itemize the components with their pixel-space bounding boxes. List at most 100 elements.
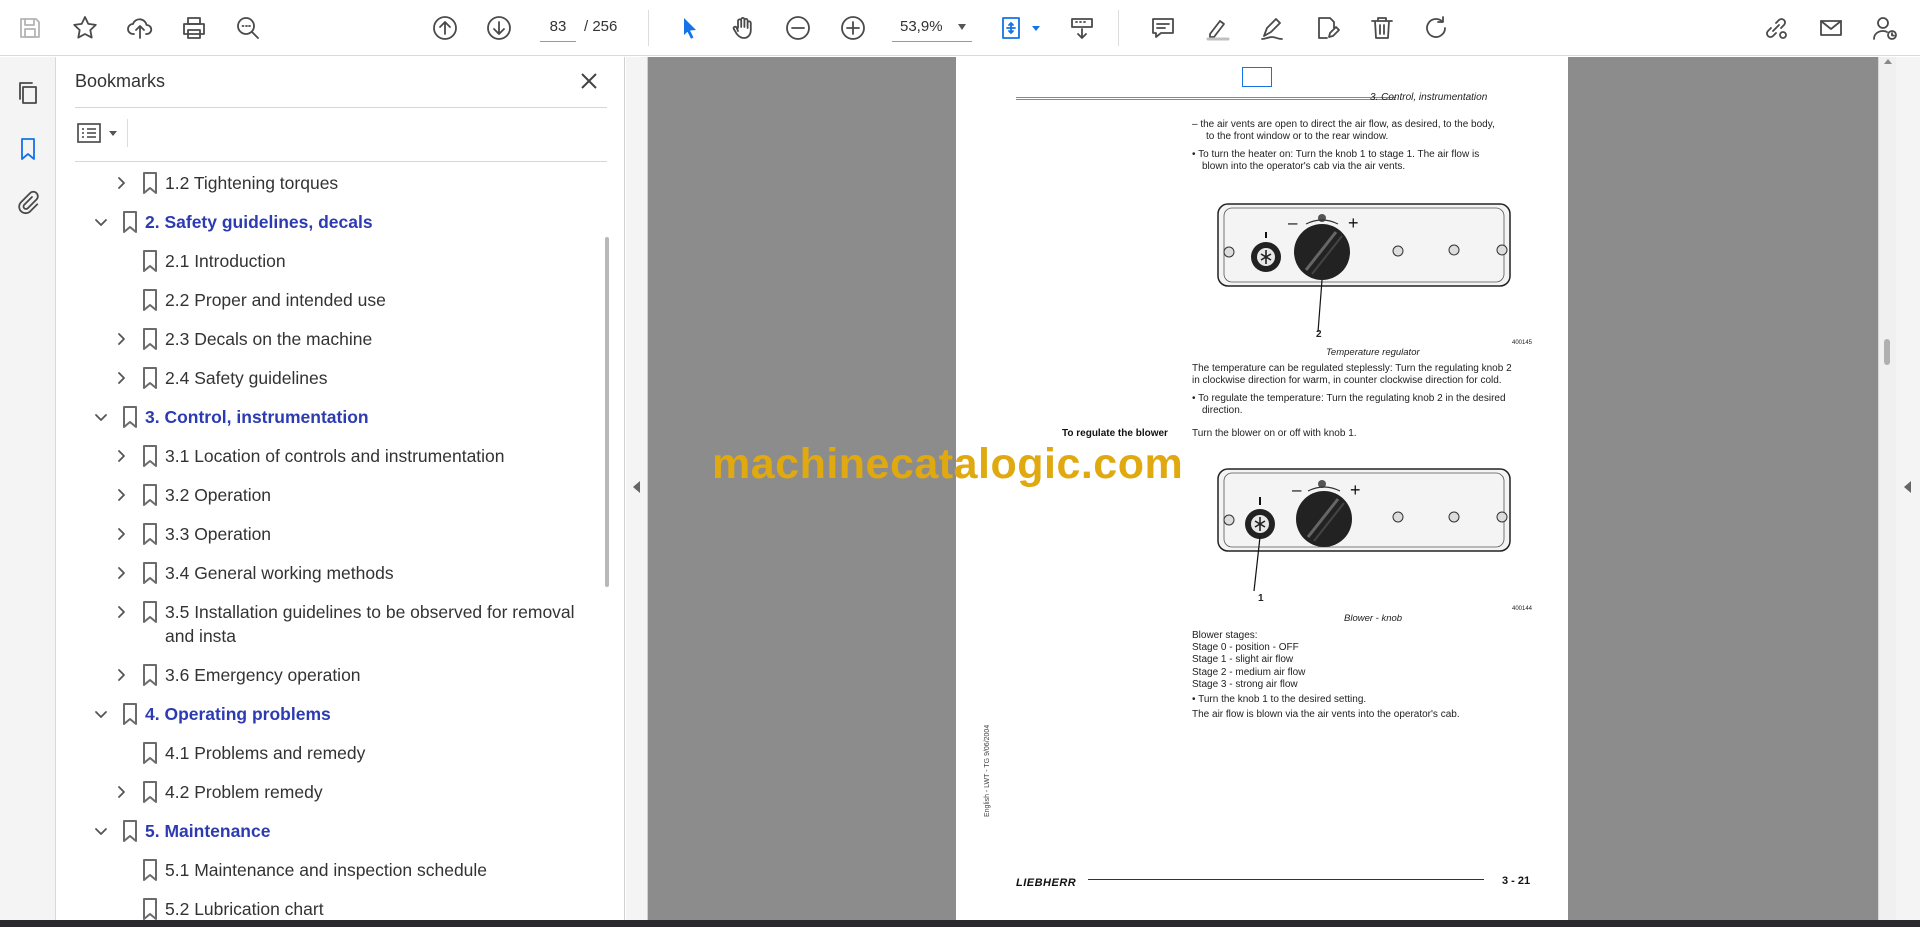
account-icon[interactable] [1867, 10, 1903, 46]
collapse-left-icon [633, 481, 640, 493]
delete-icon[interactable] [1364, 10, 1400, 46]
fig1-code: 400145 [1512, 340, 1533, 346]
bookmark-icon [142, 484, 158, 506]
zoom-out-icon[interactable] [780, 10, 816, 46]
bookmark-label: 4.2 Problem remedy [165, 782, 323, 802]
cloud-upload-icon[interactable] [122, 10, 158, 46]
bookmark-icon [142, 859, 158, 881]
bookmark-item[interactable]: 5. Maintenance [57, 811, 597, 850]
chevron-right-icon[interactable] [113, 331, 129, 347]
rotate-icon[interactable] [1418, 10, 1454, 46]
bookmark-item[interactable]: 3.4 General working methods [57, 553, 597, 592]
bookmark-item[interactable]: 3. Control, instrumentation [57, 397, 597, 436]
bookmark-item[interactable]: 4.1 Problems and remedy [57, 733, 597, 772]
bookmark-icon [142, 250, 158, 272]
bookmark-label: 2.2 Proper and intended use [165, 290, 386, 310]
select-cursor-icon[interactable] [671, 10, 707, 46]
bookmark-icon [122, 820, 138, 842]
share-link-icon[interactable] [1758, 10, 1794, 46]
bookmark-item[interactable]: 3.1 Location of controls and instrumenta… [57, 436, 597, 475]
chevron-right-icon[interactable] [113, 667, 129, 683]
para-temp-1: The temperature can be regulated steples… [1192, 363, 1512, 374]
bookmark-item[interactable]: 2.4 Safety guidelines [57, 358, 597, 397]
chevron-down-icon[interactable] [93, 823, 109, 839]
chevron-down-icon[interactable] [93, 214, 109, 230]
para-airflow: The air flow is blown via the air vents … [1192, 709, 1460, 720]
bookmarks-panel: Bookmarks 1.2 Tightening torques 2. Safet… [57, 57, 625, 920]
bookmark-item[interactable]: 3.5 Installation guidelines to be observ… [57, 592, 597, 646]
bookmarks-icon[interactable] [10, 131, 46, 167]
bookmark-icon [142, 664, 158, 686]
chevron-right-icon[interactable] [113, 448, 129, 464]
scroll-mode-icon[interactable] [1064, 10, 1100, 46]
email-icon[interactable] [1813, 10, 1849, 46]
fit-page-icon[interactable] [994, 10, 1030, 46]
next-page-icon[interactable] [481, 10, 517, 46]
bookmark-list: 1.2 Tightening torques 2. Safety guidelin… [57, 163, 597, 920]
bookmark-icon [142, 172, 158, 194]
print-icon[interactable] [176, 10, 212, 46]
chevron-right-icon[interactable] [113, 784, 129, 800]
chevron-right-icon[interactable] [113, 370, 129, 386]
bookmark-label: 1.2 Tightening torques [165, 173, 339, 193]
bookmark-options-button[interactable] [75, 117, 121, 149]
search-zoom-icon[interactable] [230, 10, 266, 46]
collapse-panel-handle[interactable] [626, 57, 648, 920]
bookmark-item[interactable]: 3.2 Operation [57, 475, 597, 514]
chevron-right-icon[interactable] [113, 565, 129, 581]
bookmark-label: 2.4 Safety guidelines [165, 368, 328, 388]
edit-pdf-icon[interactable] [1309, 10, 1345, 46]
para-blower: Turn the blower on or off with knob 1. [1192, 428, 1357, 439]
save-icon[interactable] [12, 10, 48, 46]
right-panel-handle[interactable] [1896, 57, 1920, 920]
bookmark-icon [122, 211, 138, 233]
bookmark-item[interactable]: 2.3 Decals on the machine [57, 319, 597, 358]
comment-icon[interactable] [1145, 10, 1181, 46]
bookmark-item[interactable]: 4. Operating problems [57, 694, 597, 733]
bookmark-label: 5.2 Lubrication chart [165, 899, 324, 919]
scroll-up-icon[interactable] [1884, 59, 1892, 64]
close-panel-icon[interactable] [575, 67, 603, 95]
page-total: / 256 [584, 18, 618, 35]
bookmark-item[interactable]: 3.3 Operation [57, 514, 597, 553]
chevron-down-icon[interactable] [93, 409, 109, 425]
para-regulate-2: direction. [1202, 405, 1243, 416]
page-number-input[interactable]: 83 [540, 12, 576, 42]
bookmark-item[interactable]: 2.1 Introduction [57, 241, 597, 280]
bookmark-icon [142, 898, 158, 920]
bookmark-icon [142, 562, 158, 584]
panel-scrollbar[interactable] [605, 237, 609, 587]
previous-page-icon[interactable] [427, 10, 463, 46]
para-temp-2: in clockwise direction for warm, in coun… [1192, 375, 1502, 386]
bookmark-icon [142, 523, 158, 545]
chevron-right-icon[interactable] [113, 604, 129, 620]
bookmark-item[interactable]: 3.6 Emergency operation [57, 655, 597, 694]
bookmark-item[interactable]: 5.2 Lubrication chart [57, 889, 597, 920]
zoom-in-icon[interactable] [835, 10, 871, 46]
bookmark-item[interactable]: 2. Safety guidelines, decals [57, 202, 597, 241]
star-icon[interactable] [67, 10, 103, 46]
document-scrollbar[interactable] [1878, 57, 1896, 920]
fig2-code: 400144 [1512, 606, 1533, 612]
zoom-level-dropdown[interactable]: 53,9% [892, 12, 972, 42]
chevron-down-icon[interactable] [93, 706, 109, 722]
chevron-right-icon[interactable] [113, 487, 129, 503]
bookmark-item[interactable]: 2.2 Proper and intended use [57, 280, 597, 319]
fig2-callout: 1 [1258, 593, 1264, 604]
fit-page-dropdown-icon[interactable] [1032, 26, 1040, 31]
page-header: 3. Control, instrumentation [1370, 92, 1488, 103]
draw-icon[interactable] [1254, 10, 1290, 46]
page-thumbnails-icon[interactable] [10, 75, 46, 111]
bookmark-item[interactable]: 5.1 Maintenance and inspection schedule [57, 850, 597, 889]
scrollbar-thumb[interactable] [1884, 339, 1890, 365]
attachments-icon[interactable] [10, 185, 46, 221]
side-heading: To regulate the blower [1062, 428, 1168, 439]
bookmark-item[interactable]: 1.2 Tightening torques [57, 163, 597, 202]
bookmark-icon [142, 445, 158, 467]
highlight-icon[interactable] [1200, 10, 1236, 46]
watermark: machinecatalogic.com [712, 440, 1184, 488]
hand-tool-icon[interactable] [725, 10, 761, 46]
chevron-right-icon[interactable] [113, 526, 129, 542]
bookmark-item[interactable]: 4.2 Problem remedy [57, 772, 597, 811]
chevron-right-icon[interactable] [113, 175, 129, 191]
